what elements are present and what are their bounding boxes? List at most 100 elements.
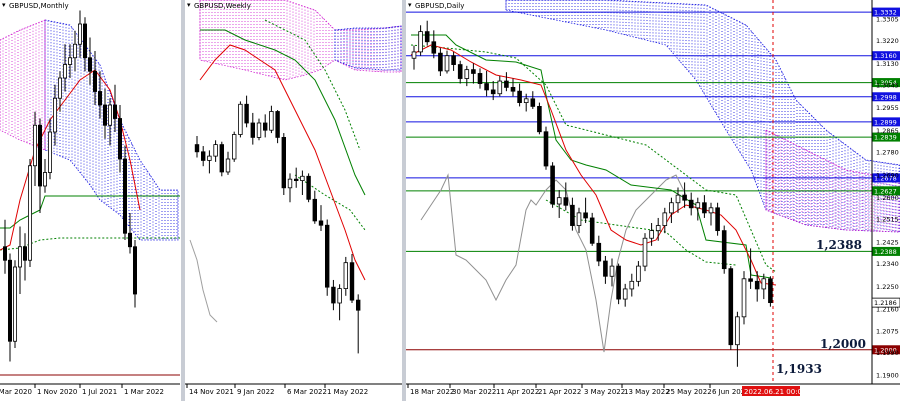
candle-body-up xyxy=(108,104,113,126)
candle-body-up xyxy=(622,288,628,300)
candle xyxy=(108,98,113,146)
daily-x-ticks: 18 Mar 202230 Mar 2022 11 Apr 202221 Apr … xyxy=(407,384,806,396)
candle xyxy=(596,235,602,267)
candle xyxy=(306,173,311,203)
candle-body-down xyxy=(294,178,299,182)
candle xyxy=(702,195,707,218)
weekly-lagging-line xyxy=(189,239,218,323)
candle-body-down xyxy=(194,144,200,153)
candle-body-down xyxy=(563,197,569,206)
candle xyxy=(200,146,206,167)
candle-body-up xyxy=(33,124,38,167)
candle-body-up xyxy=(17,246,22,268)
candle xyxy=(269,105,274,134)
candle xyxy=(219,141,224,177)
weekly-chart[interactable]: ▾ GBPUSD,Weekly 14 Nov 2021 9 Jan 2022 6 M… xyxy=(185,0,402,401)
candle-body-up xyxy=(523,98,529,104)
candle xyxy=(682,182,687,208)
candle xyxy=(93,51,98,105)
candle xyxy=(424,20,430,46)
y-tick-label: 1.2865 xyxy=(876,127,899,135)
candle-body-down xyxy=(583,212,588,219)
candle xyxy=(343,256,348,296)
candle-body-up xyxy=(735,316,740,346)
candle-body-down xyxy=(312,198,317,222)
candle xyxy=(609,258,615,287)
y-tick-label: 1.3045 xyxy=(876,81,899,89)
candle-body-down xyxy=(721,230,727,270)
candle-body-down xyxy=(263,122,268,131)
x-tick-label: 11 Apr 2022 xyxy=(496,388,539,396)
candle-body-up xyxy=(629,280,635,290)
candle xyxy=(629,273,635,297)
candle-body-down xyxy=(715,207,720,232)
candle-body-up xyxy=(48,131,53,173)
candle xyxy=(411,45,417,70)
daily-title-marker: ▾ xyxy=(408,1,412,9)
x-tick-label: 14 Nov 2021 xyxy=(189,388,234,396)
daily-candles xyxy=(411,20,773,367)
monthly-chart-panel[interactable]: ▾ GBPUSD,Monthly 1 Mar 2020 1 Nov 2020 1 J… xyxy=(0,0,180,401)
candle xyxy=(497,75,503,97)
candle-body-down xyxy=(504,80,509,88)
candle-body-up xyxy=(741,278,747,318)
x-tick-label: 6 Mar 2022 xyxy=(287,388,327,396)
candle-body-down xyxy=(244,103,249,124)
candle xyxy=(73,30,78,72)
candle-body-up xyxy=(636,265,641,282)
x-tick-label: 13 May 2022 xyxy=(624,388,670,396)
candle xyxy=(556,190,562,218)
candle-body-down xyxy=(7,259,12,342)
candle xyxy=(281,133,286,195)
candle-body-down xyxy=(570,204,575,226)
candle xyxy=(444,50,450,74)
candle-body-down xyxy=(431,41,437,54)
x-tick-label: 1 Mar 2022 xyxy=(124,388,164,396)
candle-body-down xyxy=(324,224,330,288)
candle-body-down xyxy=(438,52,443,72)
candle-body-down xyxy=(490,89,496,95)
daily-chart[interactable]: 1.33321.31601.30541.29981.28991.28391.26… xyxy=(406,0,900,401)
candle-body-up xyxy=(12,266,17,342)
weekly-chart-panel[interactable]: ▾ GBPUSD,Weekly 14 Nov 2021 9 Jan 2022 6 M… xyxy=(185,0,402,401)
candle xyxy=(451,51,456,71)
candle-body-down xyxy=(537,106,542,133)
candle-body-down xyxy=(517,90,522,104)
y-tick-label: 1.2780 xyxy=(876,149,899,157)
monthly-chart[interactable]: ▾ GBPUSD,Monthly 1 Mar 2020 1 Nov 2020 1 J… xyxy=(0,0,180,401)
candle-body-down xyxy=(355,299,361,311)
y-tick-label: 1.3305 xyxy=(876,15,899,23)
x-tick-label: 3 May 2022 xyxy=(584,388,625,396)
candle-body-down xyxy=(331,286,336,304)
candle-body-down xyxy=(22,246,27,261)
monthly-ichimoku-cloud xyxy=(0,19,179,241)
candle-body-down xyxy=(123,158,128,234)
daily-cloud-blue-edge xyxy=(505,0,900,233)
x-tick-label: 1 Nov 2020 xyxy=(37,388,77,396)
candle xyxy=(194,135,200,158)
candle-body-up xyxy=(662,212,668,226)
candle xyxy=(250,112,255,145)
candle xyxy=(669,197,674,224)
candle xyxy=(517,83,522,107)
candle-body-down xyxy=(457,64,463,79)
candle-body-up xyxy=(669,202,674,214)
daily-chart-panel[interactable]: 1.3332 1.3160 1.3054 1.2998 1.2899 1.2839 1.26… xyxy=(406,0,900,401)
candle xyxy=(12,260,17,348)
candle xyxy=(213,140,218,162)
candle-body-up xyxy=(576,212,582,226)
x-tick-label: 18 Mar 2022 xyxy=(410,388,454,396)
candle xyxy=(570,197,575,231)
candle xyxy=(232,131,237,162)
candle xyxy=(583,197,588,224)
candle xyxy=(48,118,53,180)
weekly-title-marker: ▾ xyxy=(187,1,191,9)
candle-body-down xyxy=(596,242,602,262)
candle xyxy=(123,145,128,240)
candle xyxy=(708,202,714,226)
candle xyxy=(616,263,621,305)
y-tick-label: 1.2425 xyxy=(876,239,899,247)
monthly-title: GBPUSD,Monthly xyxy=(9,2,69,10)
candle xyxy=(457,60,463,84)
candle xyxy=(728,266,734,350)
